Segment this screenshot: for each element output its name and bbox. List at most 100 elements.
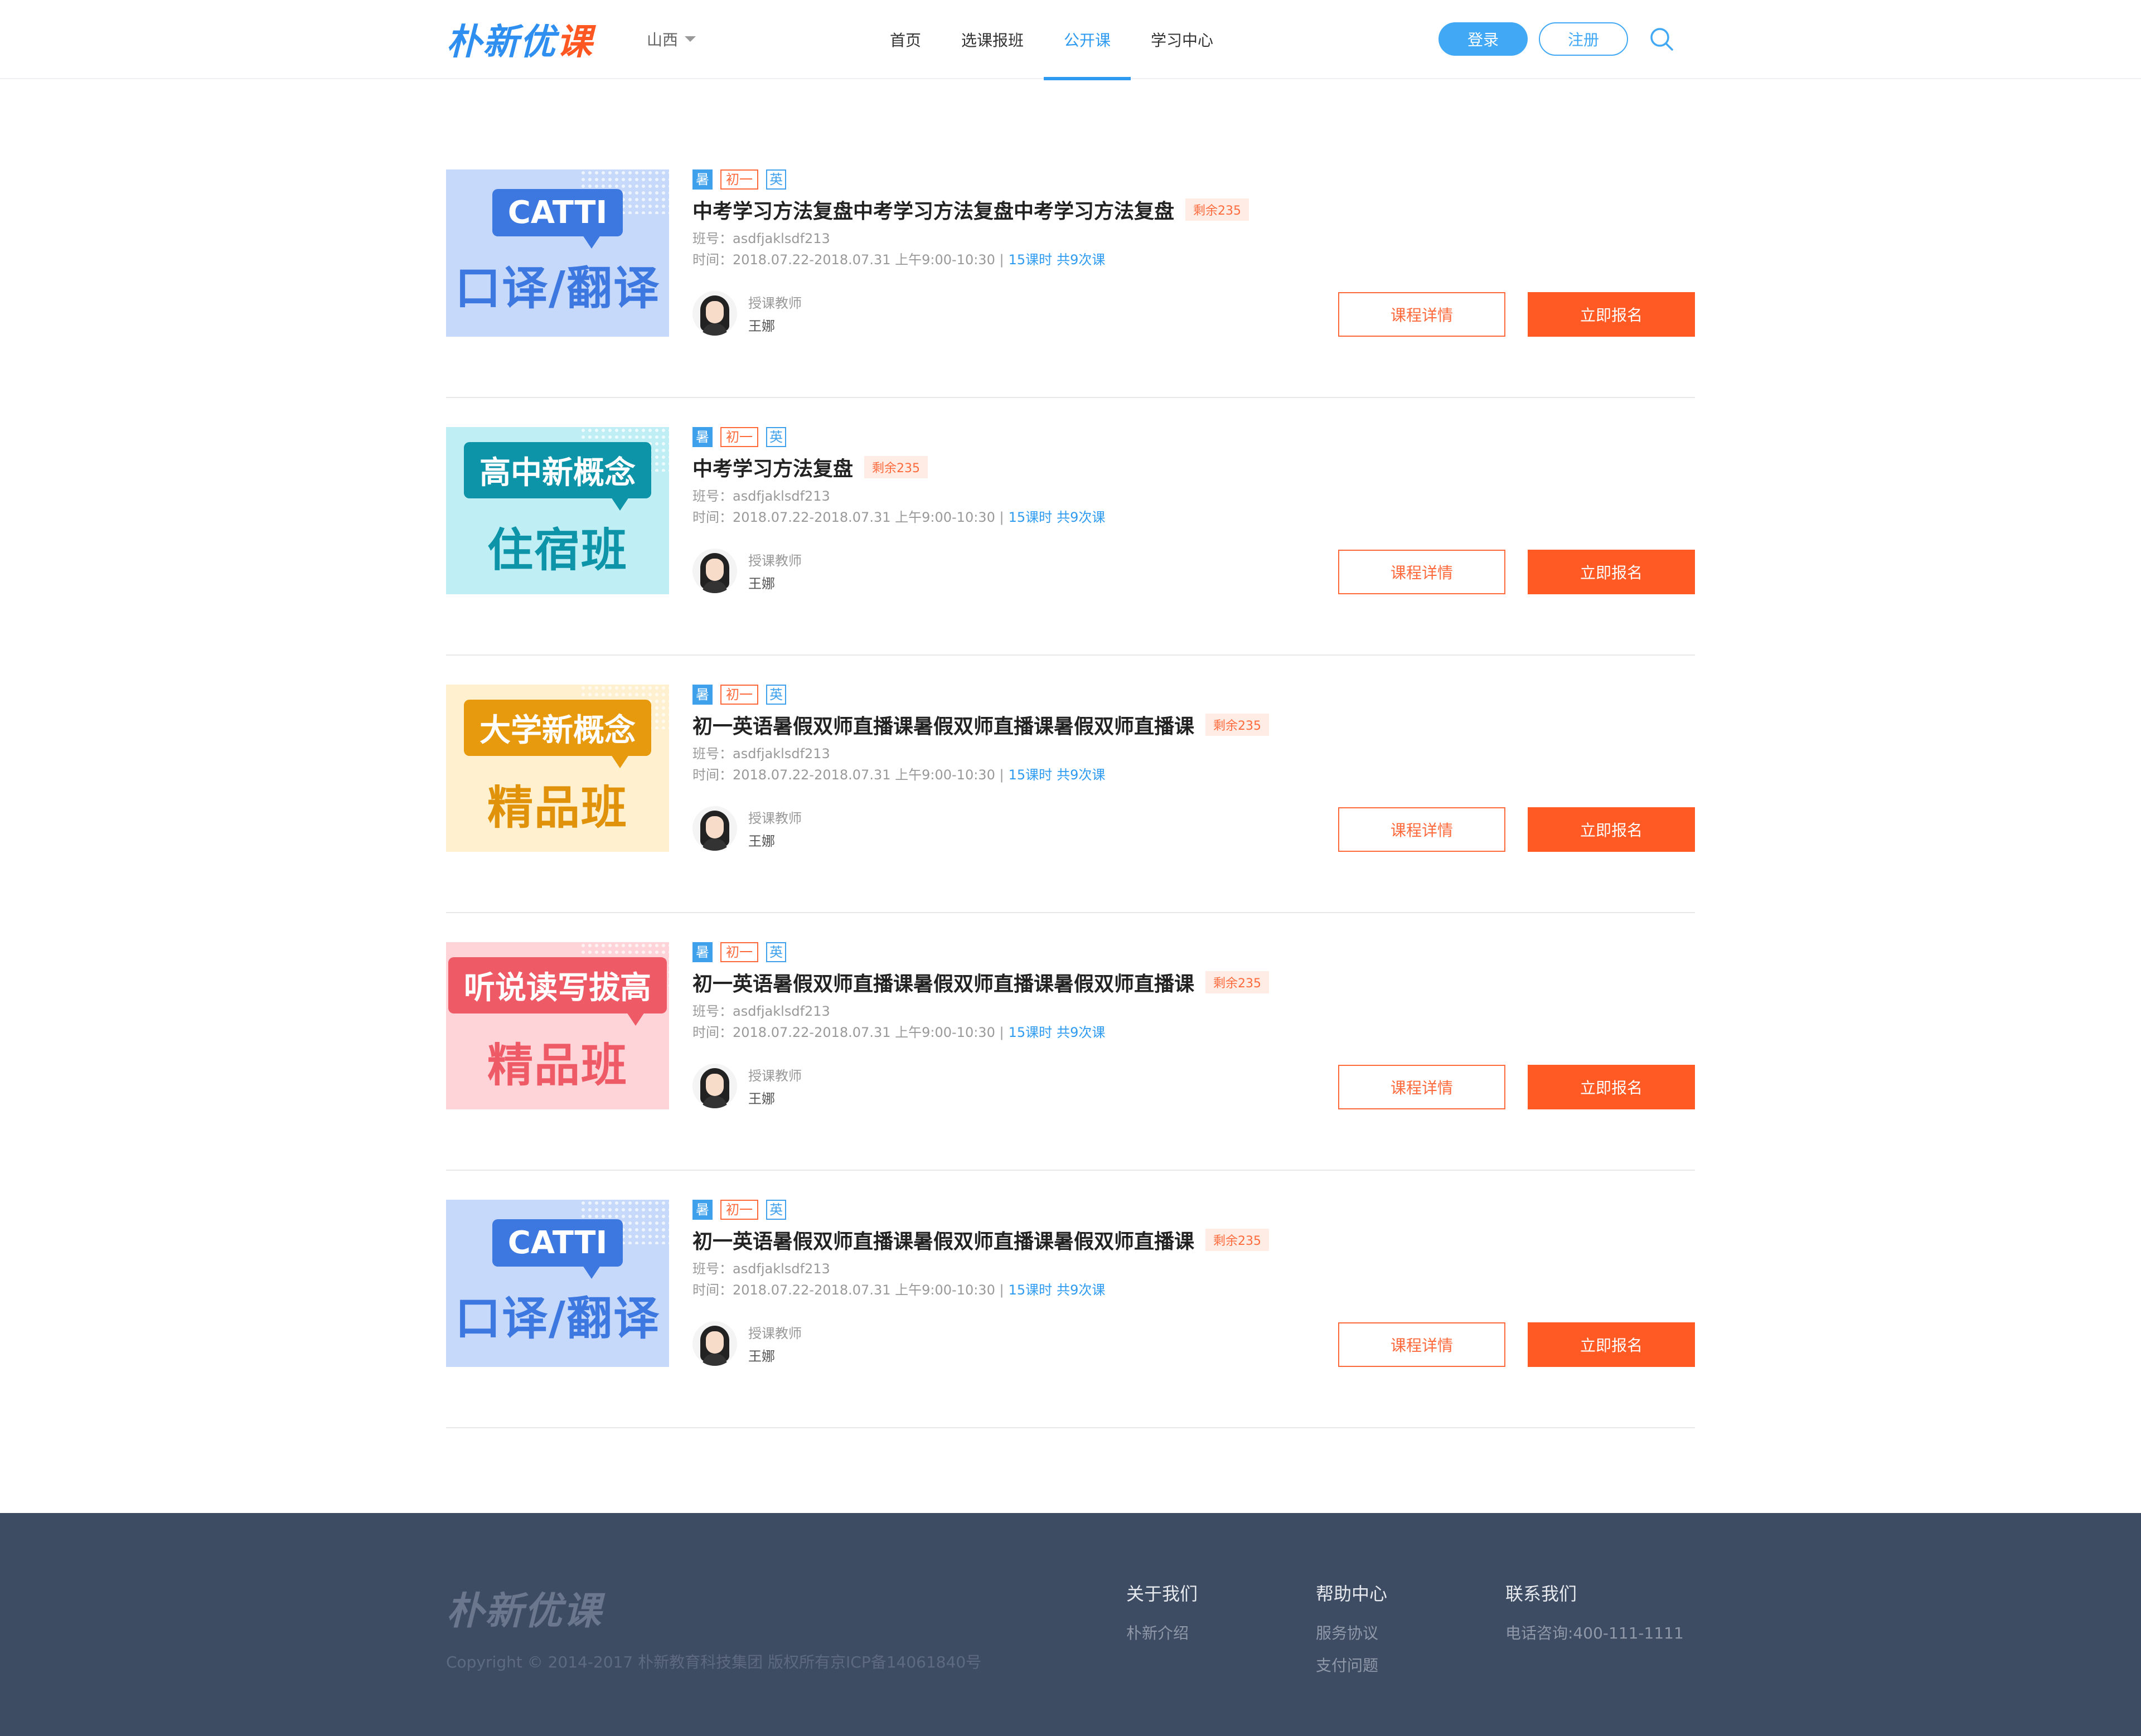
footer-link-service-agreement[interactable]: 服务协议 [1316,1621,1387,1643]
course-title-row: 初一英语暑假双师直播课暑假双师直播课暑假双师直播课 剩余235 [692,710,1270,739]
chevron-down-icon [685,36,696,42]
copyright-text: Copyright © 2014-2017 朴新教育科技集团 版权所有京ICP备… [446,1653,982,1671]
cover-headline: 大学新概念 [464,700,651,768]
course-title[interactable]: 中考学习方法复盘中考学习方法复盘中考学习方法复盘 [692,195,1174,224]
teacher-name: 王娜 [748,576,775,591]
enroll-button[interactable]: 立即报名 [1528,1322,1695,1367]
enroll-button[interactable]: 立即报名 [1528,292,1695,337]
site-footer: 朴新优课 Copyright © 2014-2017 朴新教育科技集团 版权所有… [0,1513,2141,1736]
teacher-info: 授课教师 王娜 [692,1321,802,1366]
grade-tag: 初一 [720,427,758,447]
course-detail-button[interactable]: 课程详情 [1338,1065,1505,1109]
course-title[interactable]: 初一英语暑假双师直播课暑假双师直播课暑假双师直播课 [692,710,1194,739]
class-number: 班号：asdfjaklsdf213 [692,1000,830,1020]
teacher-name: 王娜 [748,318,775,334]
schedule-time: 时间：2018.07.22-2018.07.31 上午9:00-10:30 | [692,1025,1004,1040]
course-title[interactable]: 初一英语暑假双师直播课暑假双师直播课暑假双师直播课 [692,1225,1194,1254]
remaining-seats-badge: 剩余235 [1205,1229,1270,1251]
course-schedule: 时间：2018.07.22-2018.07.31 上午9:00-10:30 | … [692,1279,1105,1298]
course-title[interactable]: 初一英语暑假双师直播课暑假双师直播课暑假双师直播课 [692,968,1194,997]
season-tag: 暑 [692,942,713,962]
course-title-row: 中考学习方法复盘 剩余235 [692,453,928,482]
enroll-button[interactable]: 立即报名 [1528,1065,1695,1109]
teacher-name: 王娜 [748,833,775,849]
nav-open-course[interactable]: 公开课 [1044,0,1131,80]
cover-subtitle: 精品班 [487,782,628,835]
logo-accent-text: 课 [556,22,593,63]
course-detail-button[interactable]: 课程详情 [1338,807,1505,852]
footer-help: 帮助中心 服务协议 支付问题 [1316,1580,1387,1686]
nav-learning-center[interactable]: 学习中心 [1131,0,1233,79]
top-header: 朴新优课 山西 首页 选课报班 公开课 学习中心 登录 注册 [0,0,2141,80]
avatar [692,806,737,851]
cover-subtitle: 住宿班 [487,524,628,577]
footer-logo: 朴新优课 [446,1589,603,1633]
teacher-role-label: 授课教师 [748,811,802,826]
course-item: 大学新概念 精品班 暑 初一 英 初一英语暑假双师直播课暑假双师直播课暑假双师直… [446,656,1695,913]
cover-subtitle: 口译/翻译 [455,1292,660,1345]
avatar [692,549,737,593]
register-button[interactable]: 注册 [1539,22,1628,56]
course-detail-button[interactable]: 课程详情 [1338,292,1505,337]
schedule-time: 时间：2018.07.22-2018.07.31 上午9:00-10:30 | [692,767,1004,783]
city-selector[interactable]: 山西 [647,28,696,50]
avatar [692,291,737,336]
remaining-seats-badge: 剩余235 [1205,971,1270,993]
course-detail-button[interactable]: 课程详情 [1338,1322,1505,1367]
search-icon[interactable] [1648,25,1675,53]
course-detail-button[interactable]: 课程详情 [1338,550,1505,594]
enroll-button[interactable]: 立即报名 [1528,807,1695,852]
login-button[interactable]: 登录 [1438,22,1528,56]
footer-link-payment[interactable]: 支付问题 [1316,1653,1387,1676]
course-tags: 暑 初一 英 [692,685,786,705]
nav-course-select[interactable]: 选课报班 [941,0,1044,79]
course-title-row: 初一英语暑假双师直播课暑假双师直播课暑假双师直播课 剩余235 [692,1225,1270,1254]
grade-tag: 初一 [720,169,758,190]
enroll-button[interactable]: 立即报名 [1528,550,1695,594]
cover-subtitle: 精品班 [487,1039,628,1092]
course-title[interactable]: 中考学习方法复盘 [692,453,853,482]
lesson-hours: 15课时 [1008,1025,1053,1040]
course-cover-image[interactable]: 听说读写拔高 精品班 [446,942,669,1109]
course-schedule: 时间：2018.07.22-2018.07.31 上午9:00-10:30 | … [692,1021,1105,1041]
class-number: 班号：asdfjaklsdf213 [692,1258,830,1277]
course-cover-image[interactable]: CATTI 口译/翻译 [446,1200,669,1367]
teacher-info: 授课教师 王娜 [692,549,802,593]
cover-headline: CATTI [492,189,623,249]
grade-tag: 初一 [720,942,758,962]
subject-tag: 英 [766,685,786,705]
course-cover-image[interactable]: 大学新概念 精品班 [446,685,669,852]
teacher-name: 王娜 [748,1091,775,1107]
site-logo[interactable]: 朴新优课 [446,17,593,63]
course-schedule: 时间：2018.07.22-2018.07.31 上午9:00-10:30 | … [692,506,1105,526]
footer-contact-title: 联系我们 [1505,1583,1577,1604]
footer-about: 关于我们 朴新介绍 [1126,1580,1198,1653]
teacher-info: 授课教师 王娜 [692,1064,802,1108]
logo-main-text: 朴新优 [446,22,556,63]
course-cover-image[interactable]: 高中新概念 住宿班 [446,427,669,594]
course-item: 听说读写拔高 精品班 暑 初一 英 初一英语暑假双师直播课暑假双师直播课暑假双师… [446,913,1695,1171]
season-tag: 暑 [692,427,713,447]
grade-tag: 初一 [720,1200,758,1220]
teacher-role-label: 授课教师 [748,1326,802,1341]
lesson-hours: 15课时 [1008,1282,1053,1298]
session-count: 共9次课 [1057,252,1106,268]
teacher-info: 授课教师 王娜 [692,291,802,336]
class-number-text: 班号：asdfjaklsdf213 [692,1261,830,1277]
course-tags: 暑 初一 英 [692,169,786,190]
footer-link-intro[interactable]: 朴新介绍 [1126,1621,1198,1643]
course-cover-image[interactable]: CATTI 口译/翻译 [446,169,669,337]
cover-headline: 听说读写拔高 [448,957,667,1026]
course-tags: 暑 初一 英 [692,942,786,962]
teacher-name: 王娜 [748,1349,775,1364]
class-number: 班号：asdfjaklsdf213 [692,743,830,762]
footer-help-title: 帮助中心 [1316,1583,1388,1604]
subject-tag: 英 [766,169,786,190]
course-title-row: 初一英语暑假双师直播课暑假双师直播课暑假双师直播课 剩余235 [692,968,1270,997]
class-number-text: 班号：asdfjaklsdf213 [692,231,830,246]
nav-home[interactable]: 首页 [870,0,941,79]
schedule-time: 时间：2018.07.22-2018.07.31 上午9:00-10:30 | [692,510,1004,525]
season-tag: 暑 [692,169,713,190]
class-number-text: 班号：asdfjaklsdf213 [692,1003,830,1019]
avatar [692,1321,737,1366]
